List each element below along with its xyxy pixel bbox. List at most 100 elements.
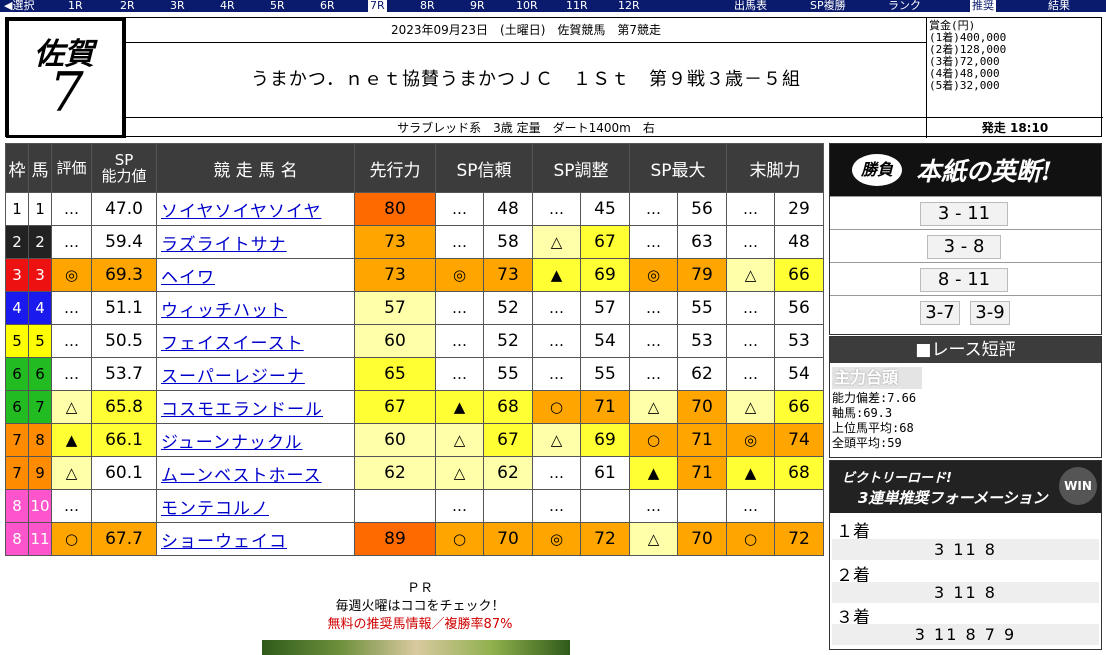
stat-mark-cell: … <box>532 291 581 325</box>
pick-row: 3 - 11 <box>830 196 1101 229</box>
waku-cell: 3 <box>5 258 29 292</box>
stat-value-cell: 69 <box>580 258 630 292</box>
race-tab-7R[interactable]: 7R <box>368 0 387 12</box>
race-tab-9R[interactable]: 9R <box>470 0 485 12</box>
nav-link-4[interactable]: 推奨 <box>970 0 996 12</box>
race-info: 2023年09月23日 (土曜日) 佐賀競馬 第7競走 うまかつ．ｎｅｔ協賛うま… <box>126 18 926 138</box>
stat-value-cell: 54 <box>774 357 824 391</box>
eval-mark-cell: … <box>51 357 92 391</box>
horse-number-cell: 5 <box>28 324 52 358</box>
waku-cell: 2 <box>5 225 29 259</box>
stat-mark-cell: ▲ <box>726 456 775 490</box>
horse-name-link[interactable]: ショーウェイコ <box>156 522 355 556</box>
table-row: 5 5… 50.5 フェイスイースト 60… 52… 54… 53… 53 <box>5 324 824 358</box>
horse-name-link[interactable]: ムーンベストホース <box>156 456 355 490</box>
stat-mark-cell: ◎ <box>629 258 678 292</box>
horse-number-cell: 11 <box>28 522 52 556</box>
race-tab-11R[interactable]: 11R <box>566 0 588 12</box>
nav-link-1[interactable]: 出馬表 <box>734 0 767 12</box>
pick-combo: 3-9 <box>970 301 1010 325</box>
victory-line2: 3連単推奨フォーメーション <box>858 489 1048 507</box>
sp-ability-cell: 67.7 <box>91 522 157 556</box>
horse-name-link[interactable]: ラズライトサナ <box>156 225 355 259</box>
review-line: 軸馬:69.3 <box>832 406 893 420</box>
horse-name-link[interactable]: ソイヤソイヤソイヤ <box>156 192 355 226</box>
sp-ability-cell <box>91 489 157 523</box>
stat-value-cell <box>774 489 824 523</box>
stat-value-cell: 54 <box>580 324 630 358</box>
stat-mark-cell: △ <box>435 456 484 490</box>
eval-mark-cell: ◎ <box>51 258 92 292</box>
stat-value-cell: 62 <box>677 357 727 391</box>
col-horse-name: 競 走 馬 名 <box>156 143 355 193</box>
race-tab-2R[interactable]: 2R <box>120 0 135 12</box>
col-matsuashi: 末脚力 <box>726 143 824 193</box>
race-select-link[interactable]: ◀選択 <box>4 0 34 12</box>
race-tab-1R[interactable]: 1R <box>68 0 83 12</box>
stat-value-cell: 68 <box>774 456 824 490</box>
table-row: 8 10… モンテコルノ………… <box>5 489 824 523</box>
horse-name-link[interactable]: コスモエランドール <box>156 390 355 424</box>
venue-badge: 佐賀 7 <box>6 18 126 138</box>
stat-mark-cell: … <box>532 456 581 490</box>
race-tab-8R[interactable]: 8R <box>420 0 435 12</box>
stat-mark-cell: … <box>435 357 484 391</box>
stat-value-cell: 48 <box>774 225 824 259</box>
nav-link-5[interactable]: 結果 <box>1048 0 1070 12</box>
stat-mark-cell: … <box>532 324 581 358</box>
horse-name-link[interactable]: モンテコルノ <box>156 489 355 523</box>
horse-name-link[interactable]: フェイスイースト <box>156 324 355 358</box>
horse-name-link[interactable]: ウィッチハット <box>156 291 355 325</box>
nav-link-3[interactable]: ランク <box>888 0 921 12</box>
senko-cell <box>354 489 436 523</box>
stat-mark-cell: ▲ <box>532 258 581 292</box>
stat-value-cell: 55 <box>483 357 533 391</box>
race-tab-10R[interactable]: 10R <box>516 0 538 12</box>
horse-number-cell: 4 <box>28 291 52 325</box>
stat-mark-cell: … <box>629 225 678 259</box>
stat-value-cell: 29 <box>774 192 824 226</box>
waku-cell: 7 <box>5 423 29 457</box>
col-sp-shinrai: SP信頼 <box>435 143 533 193</box>
stat-mark-cell: △ <box>532 225 581 259</box>
race-tab-3R[interactable]: 3R <box>170 0 185 12</box>
pr-link[interactable]: 無料の推奨馬情報／複勝率87% <box>190 616 650 634</box>
horse-name-link[interactable]: スーパーレジーナ <box>156 357 355 391</box>
nav-link-2[interactable]: SP複勝 <box>810 0 846 12</box>
review-line: 上位馬平均:68 <box>832 421 914 435</box>
col-waku: 枠 <box>5 143 29 193</box>
pr-banner-image[interactable] <box>262 640 570 655</box>
stat-value-cell: 67 <box>580 225 630 259</box>
waku-cell: 8 <box>5 522 29 556</box>
stat-mark-cell: ▲ <box>435 390 484 424</box>
race-date: 2023年09月23日 (土曜日) 佐賀競馬 第7競走 <box>126 18 926 43</box>
stat-mark-cell: ◎ <box>532 522 581 556</box>
race-tab-12R[interactable]: 12R <box>618 0 640 12</box>
stat-mark-cell: ◎ <box>435 258 484 292</box>
race-tab-5R[interactable]: 5R <box>270 0 285 12</box>
eval-mark-cell: … <box>51 192 92 226</box>
sp-ability-cell: 50.5 <box>91 324 157 358</box>
senko-cell: 57 <box>354 291 436 325</box>
col-sp-ability: SP 能力値 <box>91 143 157 193</box>
stat-value-cell: 71 <box>677 456 727 490</box>
eval-mark-cell: △ <box>51 390 92 424</box>
senko-cell: 60 <box>354 423 436 457</box>
stat-mark-cell: △ <box>629 522 678 556</box>
senko-cell: 65 <box>354 357 436 391</box>
table-body: 1 1… 47.0 ソイヤソイヤソイヤ 80… 48… 45… 56… 29 2 2… 59.4 ラズラ… <box>5 192 824 556</box>
race-tab-4R[interactable]: 4R <box>220 0 235 12</box>
stat-mark-cell: ○ <box>435 522 484 556</box>
review-stats: 能力偏差:7.66 軸馬:69.3 上位馬平均:68 全頭平均:59 <box>832 391 916 451</box>
horse-name-link[interactable]: ジューンナックル <box>156 423 355 457</box>
eval-mark-cell: … <box>51 225 92 259</box>
horse-name-link[interactable]: ヘイワ <box>156 258 355 292</box>
sp-ability-cell: 53.7 <box>91 357 157 391</box>
horse-number-cell: 6 <box>28 357 52 391</box>
race-tab-6R[interactable]: 6R <box>320 0 335 12</box>
picks-title: 本紙の英断! <box>916 157 1052 186</box>
stat-value-cell: 66 <box>774 258 824 292</box>
senko-cell: 89 <box>354 522 436 556</box>
stat-mark-cell: … <box>629 489 678 523</box>
col-sp-saidai: SP最大 <box>629 143 727 193</box>
